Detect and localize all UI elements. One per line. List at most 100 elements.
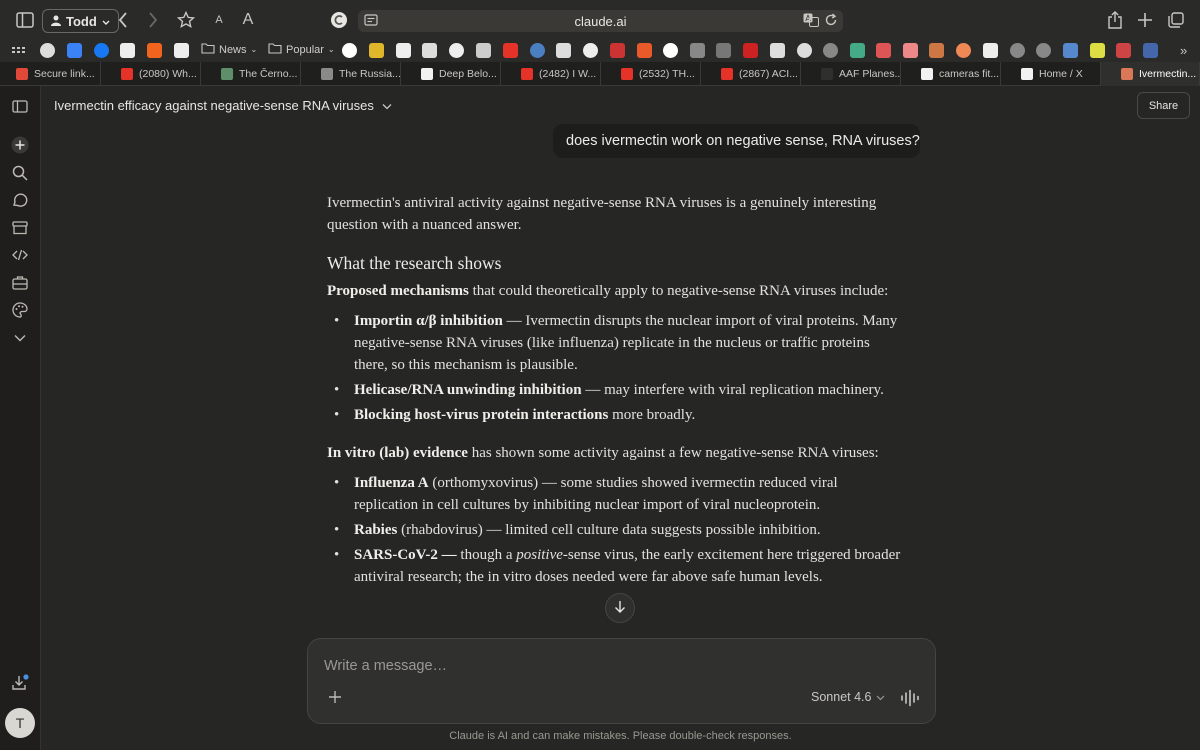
text-size-large-icon[interactable]: A <box>236 8 260 32</box>
favorite-4-icon[interactable] <box>396 43 411 58</box>
globe-icon[interactable] <box>1036 43 1051 58</box>
share-button[interactable]: Share <box>1137 92 1190 119</box>
mit-icon[interactable] <box>637 43 652 58</box>
youtube-icon[interactable] <box>503 43 518 58</box>
tab[interactable]: The Russia... <box>301 62 401 86</box>
wikipedia-icon[interactable] <box>174 43 189 58</box>
scroll-to-bottom-button[interactable] <box>605 593 635 623</box>
message-input[interactable] <box>324 655 904 677</box>
tab[interactable]: cameras fit... <box>901 62 1001 86</box>
favorite-5-icon[interactable] <box>422 43 437 58</box>
site-icon <box>421 68 433 80</box>
download-icon[interactable] <box>9 672 31 694</box>
search-icon[interactable] <box>9 162 31 184</box>
artifacts-icon[interactable] <box>9 272 31 294</box>
favorite-13-icon[interactable] <box>716 43 731 58</box>
favorite-22-icon[interactable] <box>983 43 998 58</box>
address-bar[interactable]: claude.ai A <box>358 10 843 32</box>
favorite-10-icon[interactable] <box>583 43 598 58</box>
x-icon[interactable] <box>120 43 135 58</box>
reload-icon[interactable] <box>824 13 838 30</box>
back-icon[interactable] <box>111 8 135 32</box>
more-favorites-icon[interactable]: » <box>1180 43 1195 58</box>
assistant-response: Ivermectin's antiviral activity against … <box>327 192 902 604</box>
translate-icon[interactable]: A <box>803 13 819 30</box>
favorite-3-icon[interactable] <box>369 43 384 58</box>
favorite-20-icon[interactable] <box>929 43 944 58</box>
tabs-overview-icon[interactable] <box>1164 8 1188 32</box>
palette-icon[interactable] <box>9 299 31 321</box>
tab-active[interactable]: Ivermectin... <box>1101 62 1200 86</box>
tab[interactable]: The Černo... <box>201 62 301 86</box>
tab[interactable]: (2532) TH... <box>601 62 701 86</box>
favorite-17-icon[interactable] <box>850 43 865 58</box>
sidebar-toggle-icon[interactable] <box>9 95 31 117</box>
site-logo-icon <box>327 8 351 32</box>
favorite-7-icon[interactable] <box>476 43 491 58</box>
favorite-2-icon[interactable] <box>67 43 82 58</box>
globe-icon[interactable] <box>823 43 838 58</box>
page-settings-icon[interactable] <box>364 13 378 30</box>
tab[interactable]: (2080) Wh... <box>101 62 201 86</box>
list-item: Blocking host-virus protein interactions… <box>334 404 902 426</box>
favorite-18-icon[interactable] <box>876 43 891 58</box>
favorite-6-icon[interactable] <box>449 43 464 58</box>
sidebar-toggle-icon[interactable] <box>13 8 37 32</box>
favorite-9-icon[interactable] <box>556 43 571 58</box>
list-item: Helicase/RNA unwinding inhibition — may … <box>334 379 902 401</box>
tab[interactable]: (2482) I W... <box>501 62 601 86</box>
user-message: does ivermectin work on negative sense, … <box>553 124 920 158</box>
google-icon[interactable] <box>342 43 357 58</box>
list-item: SARS-CoV-2 — though a positive-sense vir… <box>334 544 902 588</box>
add-attachment-button[interactable] <box>324 687 346 709</box>
globe-icon[interactable] <box>1010 43 1025 58</box>
favorite-21-icon[interactable] <box>956 43 971 58</box>
new-tab-icon[interactable] <box>1133 8 1157 32</box>
favorite-8-icon[interactable] <box>530 43 545 58</box>
person-icon <box>51 14 61 29</box>
favorite-1-icon[interactable] <box>40 43 55 58</box>
folder-news[interactable]: News ⌄ <box>201 42 257 57</box>
gmail-icon <box>16 68 28 80</box>
vitro-intro: In vitro (lab) evidence has shown some a… <box>327 445 879 461</box>
tab[interactable]: (2867) ACI... <box>701 62 801 86</box>
new-chat-icon[interactable] <box>9 134 31 156</box>
favorite-25-icon[interactable] <box>1116 43 1131 58</box>
chevron-down-icon <box>382 98 392 113</box>
etsy-icon[interactable] <box>147 43 162 58</box>
favorite-19-icon[interactable] <box>903 43 918 58</box>
tab[interactable]: Home / X <box>1001 62 1101 86</box>
profile-button[interactable]: Todd <box>42 9 119 33</box>
facebook-icon[interactable] <box>94 43 109 58</box>
forward-icon[interactable] <box>141 8 165 32</box>
favorite-26-icon[interactable] <box>1143 43 1158 58</box>
message-composer: Sonnet 4.6 <box>307 638 936 724</box>
youtube-icon <box>521 68 533 80</box>
projects-icon[interactable] <box>9 217 31 239</box>
text-size-small-icon[interactable]: A <box>207 8 231 32</box>
tab[interactable]: Deep Belo... <box>401 62 501 86</box>
tab[interactable]: Secure link... <box>0 62 101 86</box>
app-sidebar: T <box>0 86 41 750</box>
favorite-24-icon[interactable] <box>1090 43 1105 58</box>
chat-title-button[interactable]: Ivermectin efficacy against negative-sen… <box>54 98 392 113</box>
favorite-11-icon[interactable] <box>610 43 625 58</box>
favorite-16-icon[interactable] <box>797 43 812 58</box>
favorite-12-icon[interactable] <box>690 43 705 58</box>
chats-icon[interactable] <box>9 189 31 211</box>
favorite-15-icon[interactable] <box>770 43 785 58</box>
folder-popular[interactable]: Popular ⌄ <box>268 42 335 57</box>
expand-icon[interactable] <box>9 327 31 349</box>
favorite-23-icon[interactable] <box>1063 43 1078 58</box>
voice-icon[interactable] <box>900 689 920 707</box>
star-icon[interactable] <box>174 8 198 32</box>
google-icon[interactable] <box>663 43 678 58</box>
list-item: Influenza A (orthomyxovirus) — some stud… <box>334 472 902 516</box>
code-icon[interactable] <box>9 244 31 266</box>
apps-grid-icon[interactable] <box>11 43 26 58</box>
model-selector[interactable]: Sonnet 4.6 <box>811 690 885 704</box>
share-icon[interactable] <box>1103 8 1127 32</box>
arrow-down-icon <box>614 600 626 616</box>
tab[interactable]: AAF Planes... <box>801 62 901 86</box>
favorite-14-icon[interactable] <box>743 43 758 58</box>
